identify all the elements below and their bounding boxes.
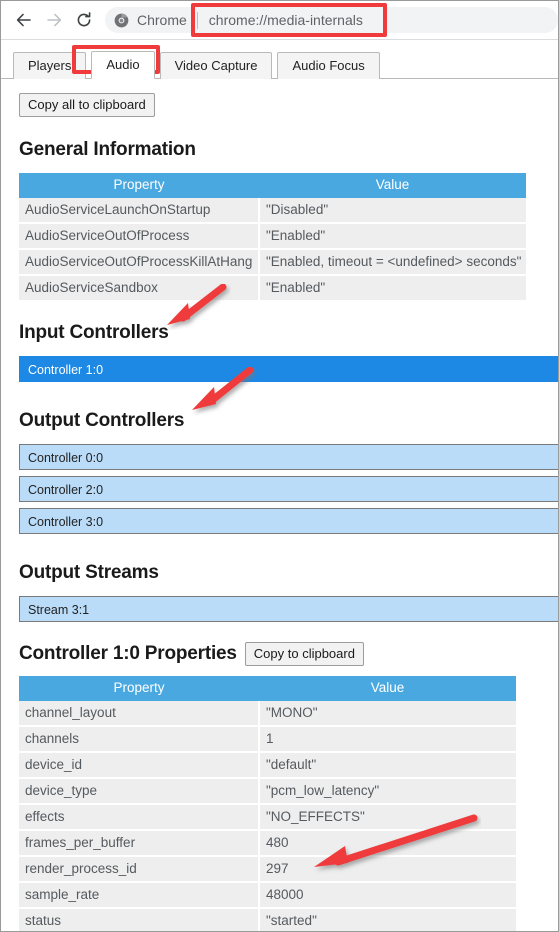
value-cell: "started" (259, 908, 516, 931)
table-row: AudioServiceLaunchOnStartup "Disabled" (19, 198, 526, 224)
page-content: Players Audio Video Capture Audio Focus … (1, 40, 558, 931)
value-cell: 480 (259, 830, 516, 857)
property-cell: device_type (19, 778, 260, 805)
address-bar[interactable]: Chrome chrome://media-internals (105, 7, 558, 33)
reload-icon (77, 12, 91, 27)
output-controller-item[interactable]: Controller 0:0 (19, 444, 558, 470)
table-row: device_id "default" (19, 752, 516, 779)
tab-video-capture[interactable]: Video Capture (159, 52, 273, 79)
omnibox-divider (196, 11, 198, 29)
value-cell: "Enabled" (259, 223, 526, 250)
value-cell: "default" (259, 752, 516, 779)
value-cell: "Disabled" (259, 198, 526, 224)
omnibox-brand-label: Chrome (137, 12, 187, 28)
forward-arrow-icon (47, 13, 62, 27)
back-button[interactable] (9, 5, 39, 35)
copy-all-container: Copy all to clipboard (19, 93, 558, 117)
copy-all-to-clipboard-button[interactable]: Copy all to clipboard (19, 93, 155, 117)
output-controllers-list: Controller 0:0 Controller 2:0 Controller… (19, 444, 558, 534)
column-header-value: Value (259, 173, 526, 198)
output-controller-label: Controller 3:0 (28, 515, 104, 529)
tab-players[interactable]: Players (13, 52, 87, 79)
value-cell: "Enabled" (259, 275, 526, 300)
controller-properties-header: Controller 1:0 Properties Copy to clipbo… (19, 642, 558, 666)
media-internals-tabstrip: Players Audio Video Capture Audio Focus (1, 50, 558, 79)
property-cell: frames_per_buffer (19, 830, 260, 857)
value-cell: 1 (259, 726, 516, 753)
input-controller-label: Controller 1:0 (28, 363, 104, 377)
forward-button[interactable] (39, 5, 69, 35)
general-information-body: AudioServiceLaunchOnStartup "Disabled" A… (19, 198, 526, 300)
table-row: effects "NO_EFFECTS" (19, 804, 516, 831)
column-header-property: Property (19, 173, 259, 198)
property-cell: AudioServiceSandbox (19, 275, 260, 300)
output-streams-heading: Output Streams (19, 562, 159, 583)
output-stream-item[interactable]: Stream 3:1 (19, 596, 558, 622)
table-row: channels 1 (19, 726, 516, 753)
table-row: status "started" (19, 908, 516, 931)
property-cell: AudioServiceOutOfProcess (19, 223, 260, 250)
property-cell: channel_layout (19, 701, 260, 727)
browser-window: Chrome chrome://media-internals Players … (0, 0, 559, 932)
output-controller-item[interactable]: Controller 3:0 (19, 508, 558, 534)
input-controllers-heading: Input Controllers (19, 322, 169, 343)
controller-properties-table: Property Value channel_layout "MONO" cha… (19, 676, 516, 931)
tab-video-capture-label: Video Capture (174, 58, 258, 73)
audio-panel: Copy all to clipboard General Informatio… (1, 93, 558, 931)
table-row: AudioServiceOutOfProcess "Enabled" (19, 223, 526, 250)
table-row: render_process_id 297 (19, 856, 516, 883)
table-row: AudioServiceOutOfProcessKillAtHang "Enab… (19, 249, 526, 276)
tab-audio[interactable]: Audio (91, 51, 155, 79)
tab-audio-focus[interactable]: Audio Focus (277, 52, 380, 79)
property-cell: AudioServiceLaunchOnStartup (19, 198, 260, 224)
browser-toolbar: Chrome chrome://media-internals (1, 1, 558, 39)
tab-audio-focus-label: Audio Focus (292, 58, 365, 73)
input-controllers-list: Controller 1:0 (19, 356, 558, 382)
output-controller-item[interactable]: Controller 2:0 (19, 476, 558, 502)
copy-to-clipboard-button[interactable]: Copy to clipboard (244, 642, 364, 666)
output-stream-label: Stream 3:1 (28, 603, 90, 617)
value-cell: "Enabled, timeout = <undefined> seconds" (259, 249, 526, 276)
chrome-logo-icon (114, 13, 129, 27)
general-information-heading: General Information (19, 139, 196, 160)
table-row: channel_layout "MONO" (19, 701, 516, 727)
property-cell: render_process_id (19, 856, 260, 883)
property-cell: status (19, 908, 260, 931)
property-cell: sample_rate (19, 882, 260, 909)
column-header-value: Value (259, 676, 516, 701)
output-controller-label: Controller 2:0 (28, 483, 104, 497)
property-cell: channels (19, 726, 260, 753)
tab-audio-label: Audio (106, 57, 140, 72)
tab-players-label: Players (28, 58, 72, 73)
reload-button[interactable] (69, 5, 99, 35)
value-cell: 297 (259, 856, 516, 883)
column-header-property: Property (19, 676, 259, 701)
back-arrow-icon (16, 13, 31, 27)
general-information-table: Property Value AudioServiceLaunchOnStart… (19, 173, 526, 300)
input-controller-item[interactable]: Controller 1:0 (19, 356, 558, 382)
property-cell: effects (19, 804, 260, 831)
table-row: sample_rate 48000 (19, 882, 516, 909)
table-row: AudioServiceSandbox "Enabled" (19, 275, 526, 300)
table-header-row: Property Value (19, 676, 516, 701)
omnibox-url-text[interactable]: chrome://media-internals (209, 12, 548, 28)
controller-properties-heading: Controller 1:0 Properties (19, 643, 237, 664)
table-row: device_type "pcm_low_latency" (19, 778, 516, 805)
output-streams-list: Stream 3:1 (19, 596, 558, 622)
value-cell: "pcm_low_latency" (259, 778, 516, 805)
output-controller-label: Controller 0:0 (28, 451, 104, 465)
output-controllers-heading: Output Controllers (19, 410, 185, 431)
table-header-row: Property Value (19, 173, 526, 198)
value-cell: "NO_EFFECTS" (259, 804, 516, 831)
property-cell: AudioServiceOutOfProcessKillAtHang (19, 249, 260, 276)
table-row: frames_per_buffer 480 (19, 830, 516, 857)
controller-properties-body: channel_layout "MONO" channels 1 device_… (19, 701, 516, 931)
value-cell: 48000 (259, 882, 516, 909)
value-cell: "MONO" (259, 701, 516, 727)
property-cell: device_id (19, 752, 260, 779)
